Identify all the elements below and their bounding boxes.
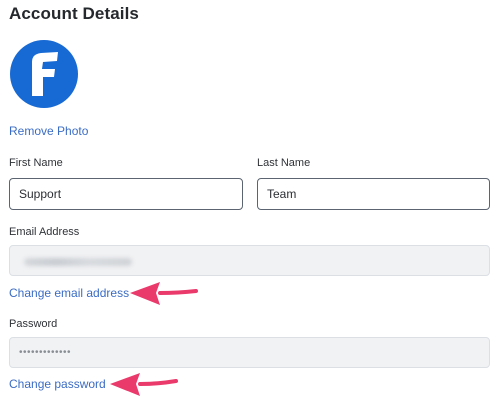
email-label: Email Address <box>9 226 80 238</box>
change-email-link[interactable]: Change email address <box>9 286 129 300</box>
logo-f-icon <box>32 52 58 96</box>
left-arrow-icon <box>110 373 178 396</box>
last-name-input[interactable] <box>257 178 490 210</box>
first-name-label: First Name <box>9 157 63 169</box>
page-title: Account Details <box>9 4 139 23</box>
change-password-link[interactable]: Change password <box>9 377 106 391</box>
password-label: Password <box>9 318 58 330</box>
password-field <box>9 337 490 368</box>
left-arrow-icon <box>130 282 198 305</box>
last-name-label: Last Name <box>257 157 311 169</box>
redacted-email-value <box>24 258 132 266</box>
remove-photo-link[interactable]: Remove Photo <box>9 124 88 138</box>
first-name-input[interactable] <box>9 178 243 210</box>
avatar <box>10 40 78 108</box>
